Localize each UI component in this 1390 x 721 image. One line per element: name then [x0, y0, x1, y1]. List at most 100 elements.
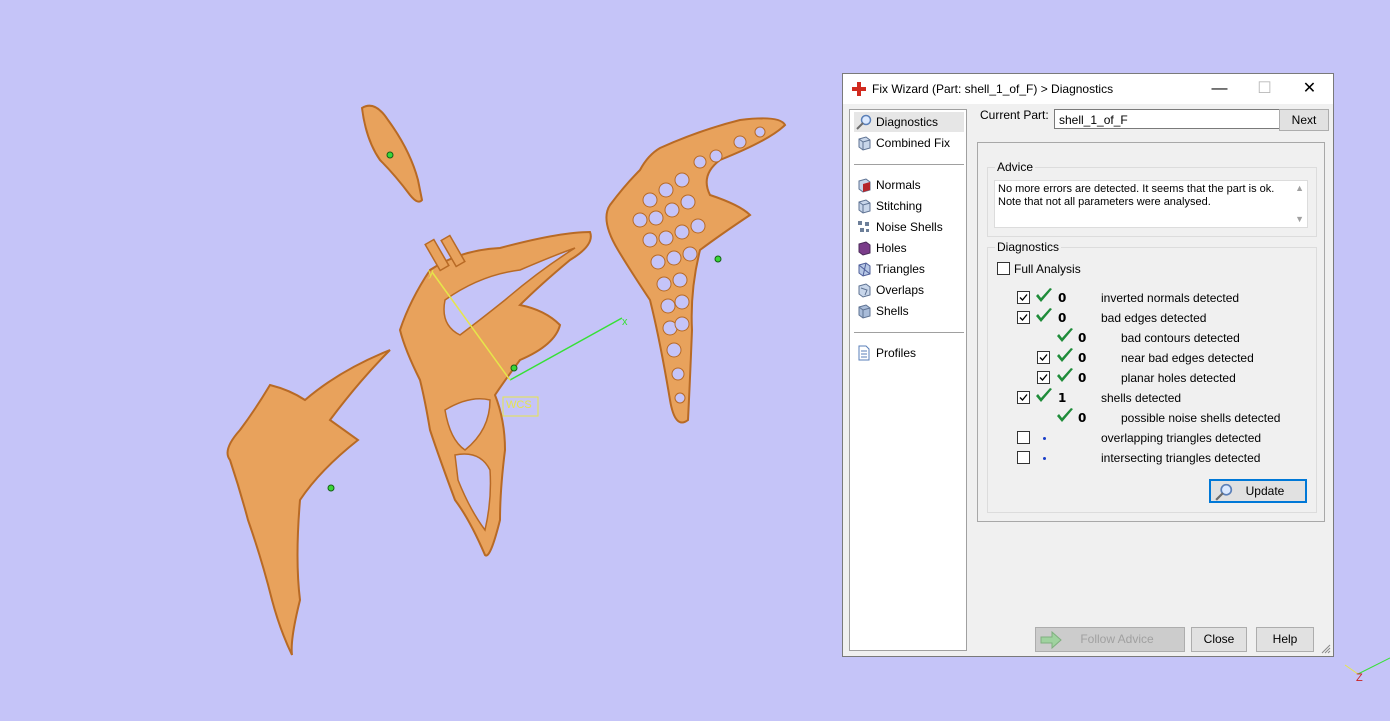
checkmark-icon: [1019, 394, 1028, 401]
maximize-button[interactable]: ☐: [1242, 74, 1287, 104]
shells-count: 1: [1058, 391, 1067, 405]
ok-check-icon: [1036, 388, 1052, 402]
intersecting-triangles-checkbox[interactable]: [1017, 451, 1030, 464]
advice-group: Advice No more errors are detected. It s…: [987, 160, 1317, 237]
close-window-button[interactable]: ✕: [1287, 74, 1332, 104]
nav-item-label: Combined Fix: [876, 136, 951, 150]
nav-item-label: Overlaps: [876, 283, 925, 297]
ok-check-icon: [1057, 348, 1073, 362]
cube-icon: [858, 136, 871, 151]
intersecting-triangles-text: intersecting triangles detected: [1101, 451, 1261, 465]
pending-dot-icon: [1043, 437, 1046, 440]
nav-item-label: Noise Shells: [876, 220, 943, 234]
overlapping-triangles-checkbox[interactable]: [1017, 431, 1030, 444]
near-bad-edges-count: 0: [1078, 351, 1087, 365]
update-button[interactable]: Update: [1209, 479, 1307, 503]
normals-cube-icon: [858, 178, 871, 193]
x-axis-label: x: [622, 316, 628, 328]
nav-item-stitching[interactable]: Stitching: [854, 196, 964, 216]
noise-shells-text: possible noise shells detected: [1121, 411, 1281, 425]
resize-grip-icon[interactable]: [1321, 644, 1331, 654]
wcs-label: WCS: [506, 399, 532, 411]
planar-holes-checkbox[interactable]: [1037, 371, 1050, 384]
nav-item-normals[interactable]: Normals: [854, 175, 964, 195]
nav-item-overlaps[interactable]: Overlaps: [854, 280, 964, 300]
right-arrow-icon: [1040, 631, 1062, 649]
nav-separator: [854, 332, 964, 333]
ok-check-icon: [1036, 288, 1052, 302]
ok-check-icon: [1057, 408, 1073, 422]
overlaps-icon: [858, 283, 871, 298]
inverted-normals-count: 0: [1058, 291, 1067, 305]
advice-text: No more errors are detected. It seems th…: [998, 183, 1275, 208]
follow-advice-button[interactable]: Follow Advice: [1035, 627, 1185, 652]
document-icon: [858, 345, 870, 361]
current-part-select[interactable]: shell_1_of_F ∨: [1054, 109, 1300, 129]
ok-check-icon: [1057, 328, 1073, 342]
current-part-value: shell_1_of_F: [1059, 113, 1128, 127]
nav-item-shells[interactable]: Shells: [854, 301, 964, 321]
nav-item-diagnostics[interactable]: Diagnostics: [854, 112, 964, 132]
diagnostics-panel: Advice No more errors are detected. It s…: [977, 142, 1325, 522]
ok-check-icon: [1036, 308, 1052, 322]
noise-shells-icon: [858, 221, 869, 232]
next-button[interactable]: Next: [1279, 109, 1329, 131]
nav-item-label: Shells: [876, 304, 909, 318]
diagnostics-group: Diagnostics Full Analysis 0 inverted nor…: [987, 240, 1317, 513]
y-axis-label: y: [428, 267, 434, 279]
bad-edges-checkbox[interactable]: [1017, 311, 1030, 324]
nav-item-combined-fix[interactable]: Combined Fix: [854, 133, 964, 153]
bad-edges-count: 0: [1058, 311, 1067, 325]
current-part-label: Current Part:: [980, 108, 1049, 122]
advice-text-box[interactable]: No more errors are detected. It seems th…: [994, 180, 1308, 228]
planar-holes-text: planar holes detected: [1121, 371, 1236, 385]
scroll-up-icon[interactable]: ▲: [1295, 183, 1304, 193]
overlapping-triangles-text: overlapping triangles detected: [1101, 431, 1262, 445]
help-button[interactable]: Help: [1256, 627, 1314, 652]
ok-check-icon: [1057, 368, 1073, 382]
full-analysis-checkbox[interactable]: [997, 262, 1010, 275]
bad-contours-count: 0: [1078, 331, 1087, 345]
magnifier-icon: [856, 114, 872, 130]
nav-item-label: Profiles: [876, 346, 917, 360]
bad-edges-text: bad edges detected: [1101, 311, 1207, 325]
part-shell-left: [226, 349, 391, 656]
checkmark-icon: [1039, 354, 1048, 361]
near-bad-edges-checkbox[interactable]: [1037, 351, 1050, 364]
noise-shells-count: 0: [1078, 411, 1087, 425]
nav-item-label: Stitching: [876, 199, 923, 213]
follow-advice-label: Follow Advice: [1080, 632, 1154, 646]
nav-separator: [854, 164, 964, 165]
near-bad-edges-text: near bad edges detected: [1121, 351, 1254, 365]
nav-item-holes[interactable]: Holes: [854, 238, 964, 258]
nav-item-label: Holes: [876, 241, 907, 255]
magnifier-icon: [1215, 483, 1233, 501]
bad-contours-text: bad contours detected: [1121, 331, 1240, 345]
stitching-cube-icon: [858, 199, 871, 214]
advice-group-title: Advice: [995, 160, 1036, 174]
scroll-down-icon[interactable]: ▼: [1295, 214, 1304, 224]
inverted-normals-checkbox[interactable]: [1017, 291, 1030, 304]
nav-item-label: Diagnostics: [876, 115, 939, 129]
checkmark-icon: [1039, 374, 1048, 381]
diagnostics-group-title: Diagnostics: [995, 240, 1062, 254]
shells-checkbox[interactable]: [1017, 391, 1030, 404]
nav-item-noise-shells[interactable]: Noise Shells: [854, 217, 964, 237]
nav-item-triangles[interactable]: Triangles: [854, 259, 964, 279]
fix-wizard-dialog: Fix Wizard (Part: shell_1_of_F) > Diagno…: [842, 73, 1334, 657]
checkmark-icon: [1019, 314, 1028, 321]
full-analysis-label: Full Analysis: [1014, 262, 1081, 276]
nav-item-label: Normals: [876, 178, 921, 192]
shells-cube-icon: [858, 304, 871, 319]
dialog-title: Fix Wizard (Part: shell_1_of_F) > Diagno…: [872, 82, 1114, 96]
minimize-button[interactable]: —: [1197, 74, 1242, 104]
close-button[interactable]: Close: [1191, 627, 1247, 652]
shells-text: shells detected: [1101, 391, 1182, 405]
nav-item-profiles[interactable]: Profiles: [854, 343, 964, 363]
triangles-cube-icon: [858, 262, 871, 277]
inverted-normals-text: inverted normals detected: [1101, 291, 1240, 305]
title-bar[interactable]: Fix Wizard (Part: shell_1_of_F) > Diagno…: [843, 74, 1333, 104]
checkmark-icon: [1019, 294, 1028, 301]
wizard-nav: Diagnostics Combined Fix Normals Stitchi…: [849, 109, 967, 651]
planar-holes-count: 0: [1078, 371, 1087, 385]
